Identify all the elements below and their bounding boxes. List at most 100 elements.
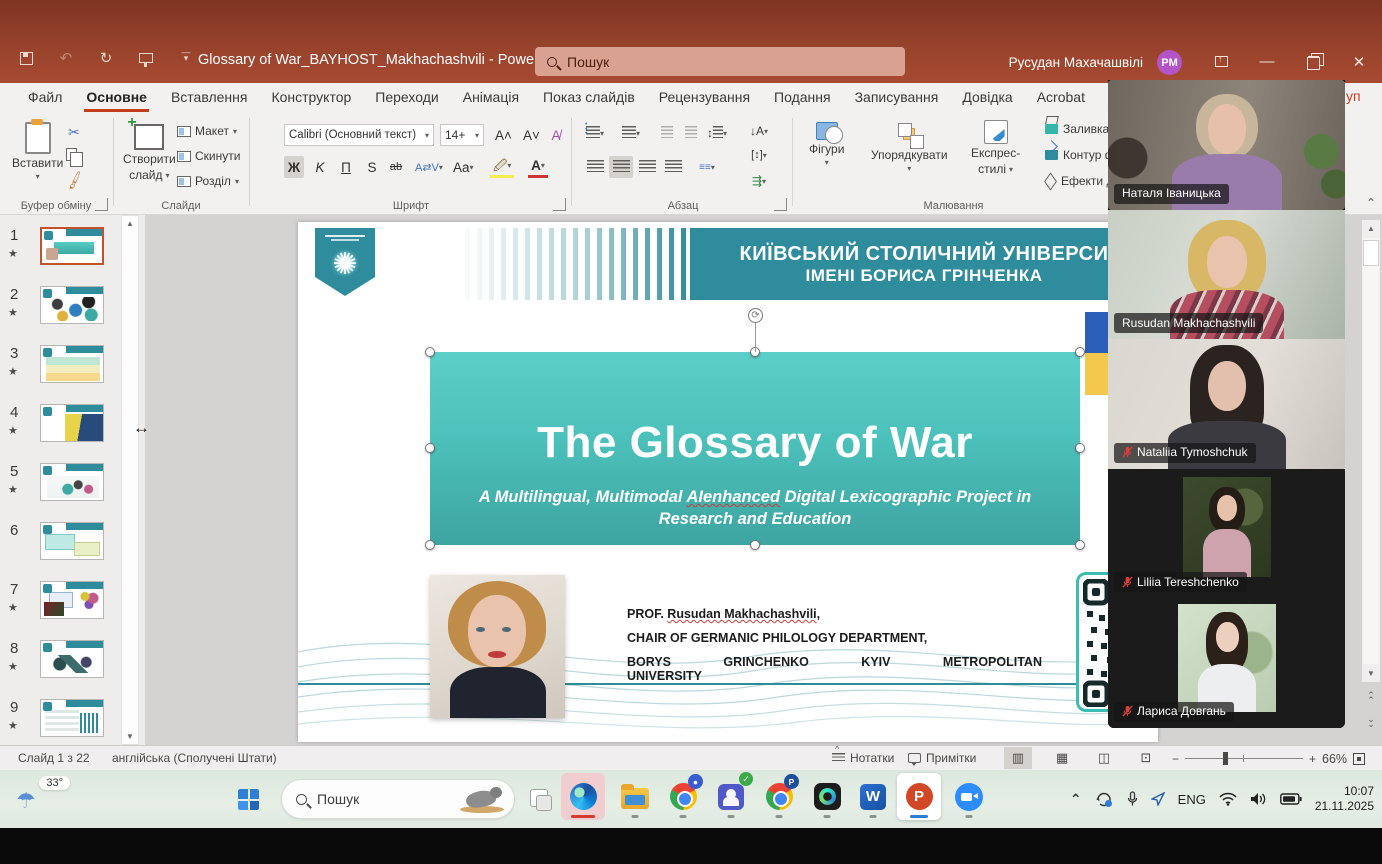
slide-scrollbar[interactable]: ▲ ▼: [1362, 220, 1380, 682]
close-button[interactable]: ✕: [1336, 40, 1382, 83]
decrease-font-icon[interactable]: A˅: [520, 124, 543, 146]
tab-slideshow[interactable]: Показ слайдів: [531, 83, 647, 112]
undo-icon[interactable]: ↶: [56, 48, 76, 68]
slide-counter[interactable]: Слайд 1 з 22: [18, 751, 90, 765]
font-name-combo[interactable]: Calibri (Основний текст) ▾: [284, 124, 434, 146]
zoom-slider-thumb[interactable]: [1223, 752, 1228, 765]
scrollbar-thumb[interactable]: [1363, 240, 1379, 266]
fit-to-window-icon[interactable]: [1353, 753, 1365, 765]
scroll-up-icon[interactable]: ▲: [122, 219, 138, 228]
normal-view-button[interactable]: ▥: [1004, 747, 1032, 769]
microphone-icon[interactable]: [1127, 791, 1138, 807]
layout-button[interactable]: Макет▾: [177, 124, 237, 138]
next-slide-button[interactable]: ⌄⌄: [1362, 717, 1380, 727]
tab-file[interactable]: Файл: [16, 83, 74, 112]
resize-handle-w[interactable]: [425, 443, 435, 453]
section-button[interactable]: Розділ▾: [177, 174, 239, 188]
contextual-tab-fragment[interactable]: уп: [1346, 88, 1361, 104]
tab-acrobat[interactable]: Acrobat: [1025, 83, 1097, 112]
video-tile-participant-2[interactable]: Rusudan Makhachashvili: [1108, 210, 1345, 340]
restore-button[interactable]: [1290, 40, 1336, 83]
thumbnail-slide-4[interactable]: 4 ★: [0, 404, 120, 452]
scroll-down-icon[interactable]: ▼: [122, 732, 138, 741]
tab-transitions[interactable]: Переходи: [363, 83, 450, 112]
thumbnail-slide-5[interactable]: 5 ★: [0, 463, 120, 511]
start-button[interactable]: [238, 789, 259, 810]
zoom-slider[interactable]: [1185, 758, 1303, 759]
ribbon-search-box[interactable]: Пошук: [535, 47, 905, 76]
reset-button[interactable]: Скинути: [177, 149, 240, 163]
weather-widget[interactable]: ☂ 33°: [12, 774, 70, 824]
video-tile-participant-3[interactable]: Nataliia Tymoshchuk: [1108, 339, 1345, 469]
justify-button[interactable]: [661, 156, 685, 178]
new-slide-button[interactable]: Створити слайд▾: [123, 124, 176, 182]
selected-title-shape[interactable]: The Glossary of War A Multilingual, Mult…: [430, 352, 1080, 545]
decrease-indent-icon[interactable]: [655, 122, 679, 144]
slide-preview[interactable]: [40, 286, 104, 324]
slide-preview[interactable]: [40, 463, 104, 501]
taskbar-chrome-profile2-button[interactable]: P: [757, 773, 801, 820]
taskbar-powerpoint-button[interactable]: P: [897, 773, 941, 820]
taskbar-webex-button[interactable]: [805, 773, 849, 820]
thumbnail-slide-2[interactable]: 2 ★: [0, 286, 120, 334]
tab-view[interactable]: Подання: [762, 83, 843, 112]
redo-icon[interactable]: ↻: [96, 48, 116, 68]
tab-help[interactable]: Довідка: [950, 83, 1024, 112]
taskbar-chrome-profile1-button[interactable]: ●: [661, 773, 705, 820]
text-direction-button[interactable]: ↓A▾: [747, 120, 771, 142]
underline-button[interactable]: П: [336, 156, 356, 178]
bullets-button[interactable]: ▾: [583, 122, 607, 144]
rotation-handle[interactable]: ⟳: [748, 308, 763, 323]
slide-subtitle-text[interactable]: A Multilingual, Multimodal AIenhanced Di…: [455, 486, 1055, 531]
tab-recording[interactable]: Записування: [843, 83, 951, 112]
account-area[interactable]: Русудан Махачашвілі PM: [1009, 50, 1182, 75]
thumbnail-slide-1[interactable]: 1 ★: [0, 227, 120, 275]
taskbar-file-explorer-button[interactable]: [613, 773, 657, 820]
thumbnail-slide-6[interactable]: 6: [0, 522, 120, 570]
slide-preview[interactable]: [40, 345, 104, 383]
convert-smartart-button[interactable]: ⇶▾: [747, 170, 771, 192]
cut-icon[interactable]: ✂: [68, 124, 80, 141]
previous-slide-button[interactable]: ⌃⌃: [1362, 693, 1380, 703]
resize-handle-ne[interactable]: [1075, 347, 1085, 357]
hidden-icons-chevron[interactable]: ⌃: [1070, 791, 1082, 808]
notes-button[interactable]: Нотатки: [832, 751, 894, 765]
save-icon[interactable]: [16, 48, 36, 68]
taskbar-search-box[interactable]: Пошук: [281, 779, 515, 819]
quick-styles-button[interactable]: Експрес- стилі▾: [971, 120, 1020, 176]
start-slideshow-icon[interactable]: [136, 48, 156, 68]
taskbar-edge-button[interactable]: [561, 773, 605, 820]
video-tile-participant-1[interactable]: Наталя Іваницька: [1108, 80, 1345, 210]
arrange-button[interactable]: Упорядкувати ▾: [871, 122, 948, 173]
taskbar-zoom-button[interactable]: [947, 773, 991, 820]
text-shadow-button[interactable]: S: [362, 156, 382, 178]
increase-indent-icon[interactable]: [679, 122, 703, 144]
align-left-button[interactable]: [583, 156, 607, 178]
thumbnail-scrollbar[interactable]: ▲ ▼: [121, 215, 139, 745]
volume-icon[interactable]: [1250, 792, 1267, 806]
character-spacing-button[interactable]: A⇄V▾: [412, 156, 446, 178]
clock-widget[interactable]: 10:07 21.11.2025: [1315, 784, 1374, 814]
task-view-button[interactable]: [530, 789, 548, 807]
increase-font-icon[interactable]: A˄: [492, 124, 515, 146]
slide-preview[interactable]: [40, 227, 104, 265]
shapes-button[interactable]: Фігури ▾: [809, 122, 844, 167]
slide-sorter-view-button[interactable]: ▦: [1048, 747, 1076, 769]
paste-button[interactable]: Вставити ▾: [12, 122, 63, 181]
ribbon-display-options-button[interactable]: [1198, 40, 1244, 83]
slide-preview[interactable]: [40, 699, 104, 737]
account-avatar[interactable]: PM: [1157, 50, 1182, 75]
font-size-combo[interactable]: 14+ ▾: [440, 124, 484, 146]
zoom-out-button[interactable]: −: [1172, 752, 1179, 766]
author-photo[interactable]: [430, 575, 565, 718]
slideshow-view-button[interactable]: ⊡: [1132, 747, 1160, 769]
tab-insert[interactable]: Вставлення: [159, 83, 260, 112]
thumbnail-slide-3[interactable]: 3 ★: [0, 345, 120, 393]
zoom-percentage[interactable]: 66%: [1322, 752, 1347, 766]
minimize-button[interactable]: —: [1244, 40, 1290, 83]
slide-preview[interactable]: [40, 581, 104, 619]
tab-design[interactable]: Конструктор: [259, 83, 363, 112]
align-text-button[interactable]: [↕]▾: [747, 144, 771, 166]
comments-button[interactable]: Примітки: [908, 751, 976, 765]
tab-home[interactable]: Основне: [74, 83, 159, 112]
